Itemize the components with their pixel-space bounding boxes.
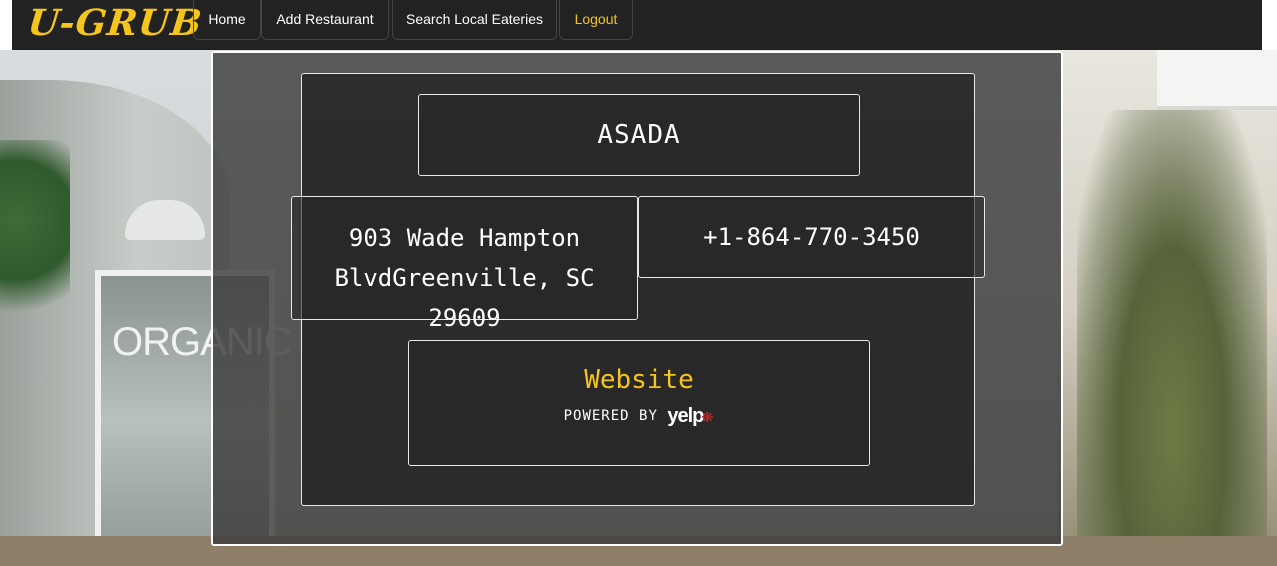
nav-search-local-eateries[interactable]: Search Local Eateries [392,0,557,40]
balcony [1157,50,1277,110]
restaurant-panel: ASADA 903 Wade Hampton BlvdGreenville, S… [211,51,1063,546]
nav-add-restaurant[interactable]: Add Restaurant [261,0,389,40]
nav-home[interactable]: Home [193,0,261,40]
tree [0,140,70,340]
powered-by-yelp: POWERED BY yelp❋ [409,403,869,428]
restaurant-phone: +1-864-770-3450 [638,196,985,278]
website-link[interactable]: Website [409,365,869,395]
yelp-burst-icon: ❋ [701,403,715,427]
restaurant-card: ASADA 903 Wade Hampton BlvdGreenville, S… [291,73,985,506]
website-box: Website POWERED BY yelp❋ [408,340,870,466]
powered-by-label: POWERED BY [563,408,658,424]
restaurant-name: ASADA [418,94,860,176]
yelp-logo[interactable]: yelp [667,405,704,428]
ivy-wall [1077,110,1267,566]
nav-logout[interactable]: Logout [559,0,633,40]
brand-logo[interactable]: U-GRUB [26,2,205,44]
navbar: U-GRUB Home Add Restaurant Search Local … [12,0,1262,50]
restaurant-address: 903 Wade Hampton BlvdGreenville, SC 2960… [291,196,638,332]
